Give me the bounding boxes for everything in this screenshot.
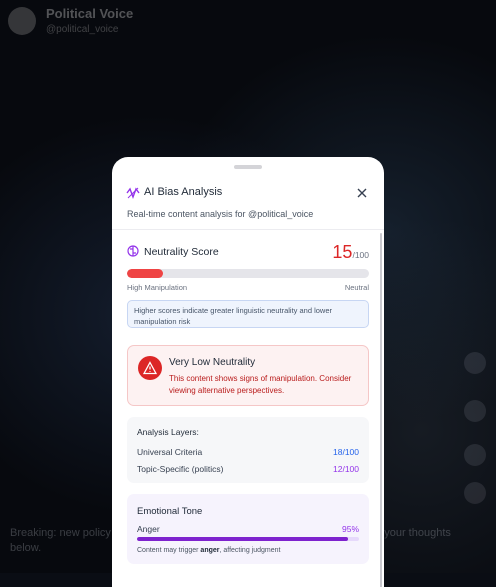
warning-triangle-icon bbox=[138, 356, 162, 380]
panel-subtitle: Real-time content analysis for @politica… bbox=[127, 209, 314, 219]
comment-icon bbox=[464, 400, 486, 422]
emotion-progress-bar bbox=[137, 537, 359, 541]
analysis-layers-title: Analysis Layers: bbox=[137, 427, 199, 437]
score-number: 15 bbox=[332, 242, 353, 262]
panel-title: AI Bias Analysis bbox=[144, 186, 223, 198]
emotion-percent: 95% bbox=[341, 524, 359, 534]
emotion-label: Anger bbox=[137, 524, 160, 534]
scrollbar[interactable] bbox=[380, 233, 382, 587]
bias-analysis-panel: AI Bias Analysis Real-time content analy… bbox=[112, 157, 384, 587]
layer-name: Universal Criteria bbox=[137, 447, 203, 457]
scale-high-label: Neutral bbox=[344, 283, 369, 292]
alert-title: Very Low Neutrality bbox=[169, 357, 256, 368]
low-neutrality-alert: Very Low Neutrality This content shows s… bbox=[127, 345, 369, 406]
neutrality-progress-bar bbox=[127, 269, 369, 278]
background-post-header: Political Voice @political_voice bbox=[8, 6, 133, 35]
share-icon bbox=[464, 444, 486, 466]
neutrality-progress-fill bbox=[127, 269, 164, 278]
layer-row: Universal Criteria 18/100 bbox=[137, 447, 359, 461]
note-emotion: anger bbox=[200, 547, 220, 554]
background-user-handle: @political_voice bbox=[46, 24, 119, 35]
layer-value: 18/100 bbox=[333, 447, 359, 457]
layer-row: Topic-Specific (politics) 12/100 bbox=[137, 464, 359, 478]
emotional-tone-title: Emotional Tone bbox=[137, 506, 203, 517]
emotion-note: Content may trigger anger, affecting jud… bbox=[137, 547, 280, 554]
wave-pulse-icon bbox=[126, 187, 140, 199]
emotion-progress-fill bbox=[137, 537, 348, 541]
neutrality-score-row: Neutrality Score 15/100 bbox=[127, 242, 369, 266]
close-icon[interactable] bbox=[356, 187, 368, 199]
neutrality-score-label: Neutrality Score bbox=[144, 246, 219, 258]
layer-name: Topic-Specific (politics) bbox=[137, 464, 224, 474]
scale-low-label: High Manipulation bbox=[127, 283, 188, 292]
background-user-name: Political Voice bbox=[46, 6, 134, 21]
layer-value: 12/100 bbox=[333, 464, 359, 474]
alert-text: This content shows signs of manipulation… bbox=[169, 374, 352, 395]
analysis-layers-card: Analysis Layers: Universal Criteria 18/1… bbox=[127, 417, 369, 483]
note-suffix: , affecting judgment bbox=[219, 547, 281, 554]
bookmark-icon bbox=[464, 482, 486, 504]
emotional-tone-card: Emotional Tone Anger 95% Content may tri… bbox=[127, 494, 369, 564]
note-prefix: Content may trigger bbox=[137, 547, 201, 554]
score-info-note: Higher scores indicate greater linguisti… bbox=[127, 300, 369, 328]
avatar bbox=[8, 6, 36, 35]
like-icon bbox=[464, 352, 486, 374]
neutrality-score-value: 15/100 bbox=[332, 242, 369, 263]
score-max: /100 bbox=[352, 250, 369, 260]
brain-icon bbox=[127, 245, 139, 257]
panel-header: AI Bias Analysis Real-time content analy… bbox=[112, 157, 384, 230]
